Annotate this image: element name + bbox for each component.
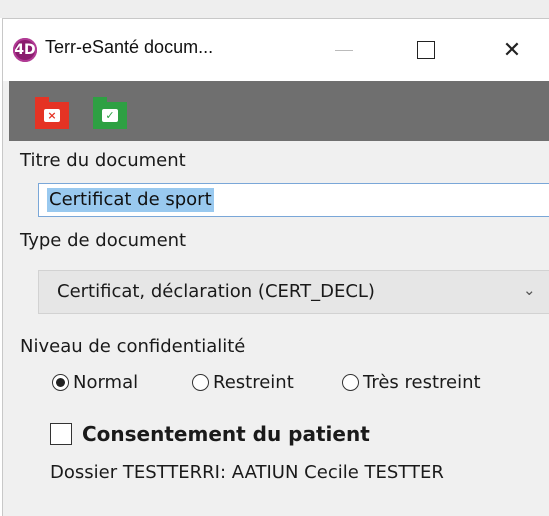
type-dropdown[interactable]: Certificat, déclaration (CERT_DECL) ⌄ (38, 270, 549, 314)
minimize-icon (335, 49, 353, 51)
app-4d-icon: 4D (13, 38, 37, 62)
folder-cancel-icon: × (35, 97, 69, 129)
minimize-button[interactable] (321, 27, 367, 73)
radio-unchecked-icon (192, 374, 209, 391)
titre-input-value: Certificat de sport (47, 188, 214, 212)
validate-button[interactable]: ✓ (93, 97, 127, 129)
type-dropdown-value: Certificat, déclaration (CERT_DECL) (57, 281, 375, 302)
radio-tres-restreint-label: Très restreint (363, 372, 481, 393)
radio-tres-restreint[interactable]: Très restreint (342, 372, 481, 393)
confidentiality-radio-group: Normal Restreint Très restreint (52, 372, 549, 404)
radio-checked-icon (52, 374, 69, 391)
title-bar[interactable]: 4D Terr-eSanté docum... ✕ (3, 19, 549, 81)
radio-restreint[interactable]: Restreint (192, 372, 294, 393)
niveau-label: Niveau de confidentialité (20, 336, 246, 357)
cancel-button[interactable]: × (35, 97, 69, 129)
radio-unchecked-icon (342, 374, 359, 391)
close-button[interactable]: ✕ (489, 27, 535, 73)
toolbar: × ✓ (9, 81, 549, 141)
radio-normal[interactable]: Normal (52, 372, 138, 393)
titre-label: Titre du document (20, 150, 186, 171)
chevron-down-icon: ⌄ (523, 281, 536, 299)
type-label: Type de document (20, 230, 187, 251)
radio-restreint-label: Restreint (213, 372, 294, 393)
titre-input[interactable]: Certificat de sport (38, 183, 549, 217)
maximize-button[interactable] (403, 27, 449, 73)
window-title: Terr-eSanté docum... (45, 37, 214, 57)
radio-normal-label: Normal (73, 372, 139, 393)
consent-label: Consentement du patient (82, 422, 370, 446)
folder-check-icon: ✓ (93, 97, 127, 129)
maximize-icon (417, 41, 435, 59)
consent-checkbox[interactable]: Consentement du patient (50, 422, 370, 446)
background-strip (0, 0, 549, 18)
close-icon: ✕ (502, 37, 522, 63)
dossier-info: Dossier TESTTERRI: AATIUN Cecile TESTTER (50, 462, 444, 483)
checkbox-unchecked-icon (50, 423, 72, 445)
